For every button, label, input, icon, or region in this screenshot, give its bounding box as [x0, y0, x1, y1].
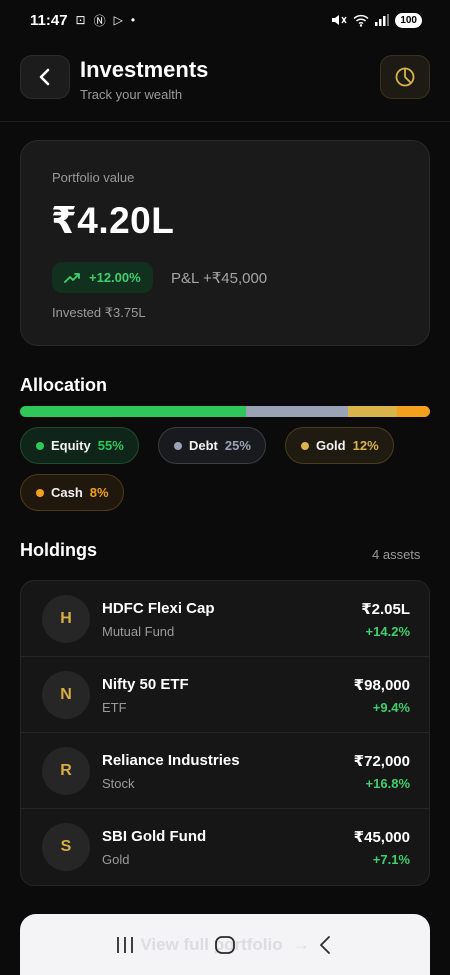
holding-type: Stock — [102, 776, 135, 791]
holding-name: Reliance Industries — [102, 752, 240, 769]
holding-value: ₹45,000 — [353, 829, 410, 846]
home-button[interactable] — [205, 925, 245, 965]
allocation-segment-cash — [397, 406, 430, 417]
recent-apps-button[interactable] — [105, 925, 145, 965]
chevron-left-icon — [39, 68, 50, 86]
wifi-icon — [353, 14, 369, 27]
holding-name: Nifty 50 ETF — [102, 676, 189, 693]
holding-type: Gold — [102, 852, 130, 867]
allocation-chip-cash[interactable]: Cash 8% — [20, 474, 124, 511]
status-time: 11:47 — [30, 11, 68, 29]
chip-percentage: 55% — [97, 438, 124, 453]
holding-change: +14.2% — [365, 624, 410, 639]
holding-avatar: H — [42, 595, 90, 643]
holding-value: ₹2.05L — [361, 601, 410, 618]
bottom-sheet: View full portfolio → — [20, 914, 430, 975]
chip-label: Debt — [189, 438, 218, 453]
allocation-segment-gold — [348, 406, 398, 417]
holding-change: +9.4% — [372, 700, 410, 715]
portfolio-value-label: Portfolio value — [52, 170, 135, 185]
holdings-title: Holdings — [20, 540, 97, 560]
allocation-title: Allocation — [20, 375, 108, 395]
header: Investments Track your wealth — [0, 55, 450, 121]
holding-type: Mutual Fund — [102, 624, 175, 639]
screen-record-icon: ⊡ — [75, 13, 86, 27]
chip-label: Cash — [51, 485, 83, 500]
holding-avatar: N — [42, 671, 90, 719]
header-divider — [0, 121, 450, 122]
trending-up-icon — [64, 272, 80, 283]
gold-dot — [301, 441, 309, 450]
back-nav-icon — [320, 935, 330, 954]
chip-label: Equity — [51, 438, 91, 453]
back-button[interactable] — [20, 55, 70, 99]
invested-amount: Invested ₹3.75L — [52, 305, 146, 320]
holding-row[interactable]: R Reliance Industries Stock ₹72,000 +16.… — [21, 733, 429, 809]
holding-value: ₹98,000 — [353, 677, 410, 694]
holding-type: ETF — [102, 700, 127, 715]
allocation-chip-equity[interactable]: Equity 55% — [20, 427, 139, 464]
pie-chart-button[interactable] — [380, 55, 430, 99]
debt-dot — [174, 441, 182, 450]
page-subtitle: Track your wealth — [80, 87, 183, 102]
portfolio-card: Portfolio value ₹4.20L +12.00% P&L +₹45,… — [20, 140, 430, 346]
back-nav-button[interactable] — [305, 925, 345, 965]
allocation-bar — [20, 406, 430, 417]
status-left: 11:47 ⊡ Ⓝ ▷ • — [30, 12, 135, 29]
holdings-list: H HDFC Flexi Cap Mutual Fund ₹2.05L +14.… — [20, 580, 430, 886]
pnl-amount: P&L +₹45,000 — [171, 270, 268, 287]
allocation-segment-debt — [245, 406, 348, 417]
equity-dot — [36, 441, 44, 450]
system-nav-bar — [20, 914, 430, 975]
investments-screen: 11:47 ⊡ Ⓝ ▷ • 100 Investments Track your… — [0, 0, 450, 975]
return-badge: +12.00% — [52, 262, 153, 293]
play-store-icon: ▷ — [113, 13, 123, 27]
status-bar: 11:47 ⊡ Ⓝ ▷ • 100 — [0, 0, 450, 40]
chip-percentage: 8% — [89, 485, 109, 500]
assets-count: 4 assets — [372, 547, 421, 562]
chip-label: Gold — [316, 438, 346, 453]
allocation-chip-debt[interactable]: Debt 25% — [158, 427, 266, 464]
holding-change: +7.1% — [372, 852, 410, 867]
holding-name: HDFC Flexi Cap — [102, 600, 215, 617]
holding-value: ₹72,000 — [353, 753, 410, 770]
notification-icon: Ⓝ — [93, 13, 106, 28]
holding-name: SBI Gold Fund — [102, 828, 207, 845]
chip-percentage: 12% — [352, 438, 379, 453]
mute-icon — [332, 15, 347, 25]
return-percentage: +12.00% — [89, 270, 141, 285]
cash-dot — [36, 488, 44, 497]
allocation-segment-equity — [20, 406, 246, 417]
pie-chart-icon — [395, 67, 415, 87]
signal-icon — [375, 14, 390, 26]
holding-avatar: S — [42, 823, 90, 871]
holding-row[interactable]: H HDFC Flexi Cap Mutual Fund ₹2.05L +14.… — [21, 581, 429, 657]
page-title: Investments — [80, 57, 209, 82]
more-notifications-icon: • — [130, 13, 136, 27]
home-icon — [215, 935, 235, 954]
holding-row[interactable]: S SBI Gold Fund Gold ₹45,000 +7.1% — [21, 809, 429, 885]
allocation-chip-gold[interactable]: Gold 12% — [285, 427, 394, 464]
chip-percentage: 25% — [224, 438, 251, 453]
portfolio-value: ₹4.20L — [51, 200, 175, 241]
battery-indicator: 100 — [395, 12, 422, 28]
holding-row[interactable]: N Nifty 50 ETF ETF ₹98,000 +9.4% — [21, 657, 429, 733]
holding-change: +16.8% — [365, 776, 410, 791]
status-right: 100 — [331, 12, 422, 28]
recent-apps-icon — [117, 936, 133, 953]
holding-avatar: R — [42, 747, 90, 795]
